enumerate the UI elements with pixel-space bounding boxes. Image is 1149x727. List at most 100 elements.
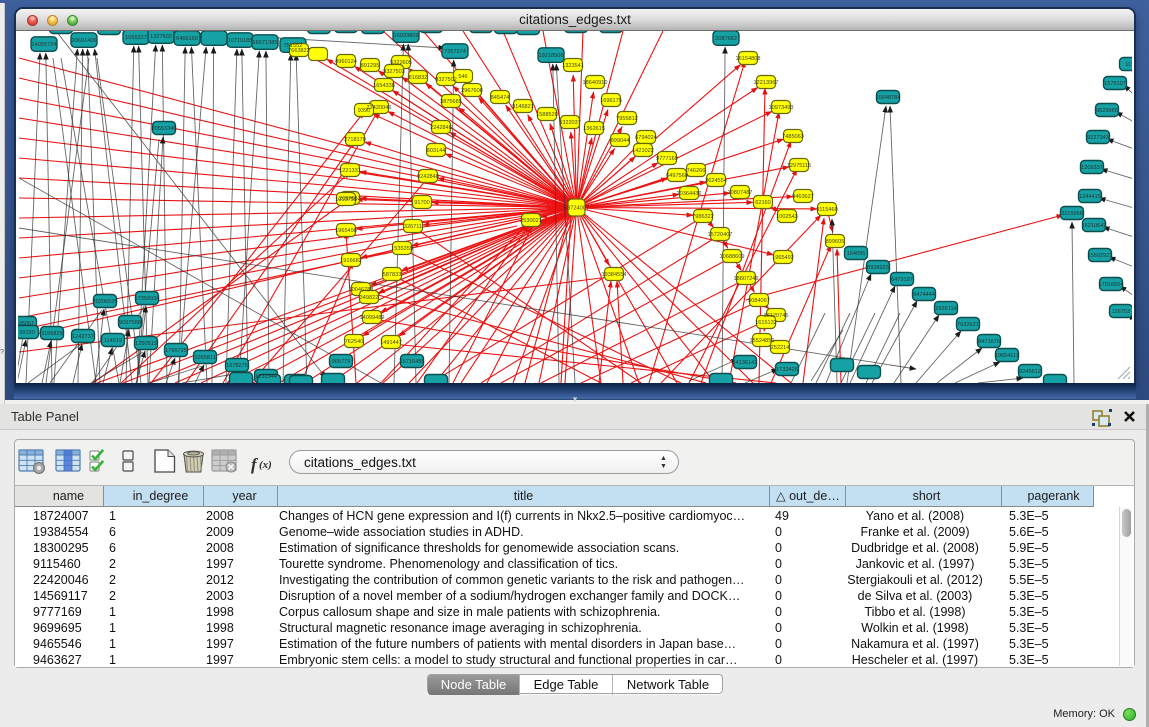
svg-text:7955812: 7955812	[616, 116, 638, 122]
svg-text:8960124: 8960124	[335, 59, 357, 65]
svg-text:326711: 326711	[404, 224, 422, 230]
svg-text:1095811: 1095811	[194, 355, 215, 361]
svg-text:1678275: 1678275	[226, 363, 248, 369]
svg-text:7986322: 7986322	[692, 214, 714, 220]
svg-text:252214: 252214	[771, 345, 790, 351]
svg-text:6466160: 6466160	[176, 36, 198, 42]
svg-text:9777169: 9777169	[656, 156, 678, 162]
svg-text:20553346: 20553346	[152, 126, 177, 132]
svg-text:19218506: 19218506	[539, 53, 564, 59]
svg-text:2967608: 2967608	[461, 88, 483, 94]
svg-text:3875685: 3875685	[440, 99, 462, 105]
svg-text:10807487: 10807487	[728, 190, 753, 196]
svg-text:18724007: 18724007	[564, 206, 589, 212]
svg-text:22420046: 22420046	[367, 105, 392, 111]
svg-text:8471676: 8471676	[978, 339, 1000, 345]
svg-text:16120746: 16120746	[764, 313, 789, 319]
svg-text:9463627: 9463627	[792, 194, 814, 200]
svg-text:9227343: 9227343	[1087, 135, 1109, 141]
svg-text:6794024: 6794024	[635, 135, 657, 141]
svg-text:20691406: 20691406	[72, 38, 97, 44]
svg-text:1232344: 1232344	[255, 374, 277, 380]
svg-text:7357274: 7357274	[444, 49, 466, 55]
svg-text:1323541: 1323541	[562, 63, 584, 69]
svg-text:349822: 349822	[360, 295, 379, 301]
svg-text:1535359: 1535359	[391, 246, 413, 252]
svg-text:1795725: 1795725	[165, 348, 187, 354]
svg-text:7485063: 7485063	[782, 134, 804, 140]
svg-text:17016504: 17016504	[1099, 282, 1124, 288]
svg-text:164095: 164095	[847, 251, 866, 257]
svg-text:9474444: 9474444	[913, 292, 935, 298]
svg-text:1002543: 1002543	[776, 214, 798, 220]
svg-text:10688609: 10688609	[720, 254, 745, 260]
svg-text:5322605: 5322605	[390, 60, 412, 66]
svg-text:1654338: 1654338	[373, 83, 395, 89]
svg-text:965779: 965779	[332, 359, 351, 365]
svg-text:10719185: 10719185	[228, 38, 253, 44]
svg-text:2718170: 2718170	[344, 137, 366, 143]
svg-text:6497568: 6497568	[666, 173, 688, 179]
svg-text:746266: 746266	[687, 168, 706, 174]
svg-text:1491447: 1491447	[380, 340, 402, 346]
svg-text:7632621: 7632621	[957, 322, 979, 328]
svg-text:16671385: 16671385	[253, 40, 278, 46]
svg-text:20364436: 20364436	[677, 191, 702, 197]
svg-text:1575107: 1575107	[1104, 81, 1126, 87]
svg-text:1421022: 1421022	[632, 148, 654, 154]
svg-text:7663822: 7663822	[288, 48, 310, 54]
svg-text:12213967: 12213967	[754, 80, 779, 86]
svg-text:91700: 91700	[414, 200, 430, 206]
svg-text:62160: 62160	[755, 200, 771, 206]
svg-text:9529966: 9529966	[1096, 108, 1118, 114]
svg-text:19384554: 19384554	[602, 272, 627, 278]
svg-text:9245612: 9245612	[1019, 369, 1041, 375]
svg-text:2242848: 2242848	[430, 125, 452, 131]
svg-text:1209337: 1209337	[1081, 165, 1103, 171]
svg-text:16154808: 16154808	[736, 56, 761, 62]
svg-text:3215958: 3215958	[1061, 211, 1083, 217]
svg-text:1327602: 1327602	[150, 34, 172, 40]
svg-text:16033809: 16033809	[394, 33, 419, 39]
svg-text:1244415: 1244415	[1079, 194, 1101, 200]
svg-text:1965498: 1965498	[335, 228, 357, 234]
svg-text:1065327: 1065327	[125, 35, 147, 41]
svg-text:816832: 816832	[409, 75, 428, 81]
svg-text:9115460: 9115460	[816, 207, 837, 213]
svg-text:10654112: 10654112	[995, 353, 1019, 359]
svg-text:1916682: 1916682	[340, 258, 362, 264]
svg-text:1156829: 1156829	[41, 331, 62, 337]
svg-text:1588520: 1588520	[536, 112, 558, 118]
svg-text:3624554: 3624554	[705, 178, 727, 184]
svg-text:9097588: 9097588	[119, 320, 141, 326]
svg-text:8938923: 8938923	[867, 265, 889, 271]
svg-text:9327503: 9327503	[383, 69, 405, 75]
svg-text:116753: 116753	[1112, 309, 1130, 315]
svg-text:20206535: 20206535	[93, 299, 118, 305]
svg-text:1242737: 1242737	[72, 334, 94, 340]
svg-text:14055724: 14055724	[32, 42, 57, 48]
svg-text:546: 546	[458, 74, 467, 80]
svg-text:14136141: 14136141	[733, 360, 758, 366]
svg-text:762540: 762540	[345, 339, 364, 345]
svg-text:1965492: 1965492	[772, 255, 794, 261]
svg-text:17359934: 17359934	[135, 296, 160, 302]
svg-text:335051: 335051	[18, 321, 34, 327]
svg-text:899605: 899605	[826, 239, 845, 245]
svg-text:15720407: 15720407	[708, 232, 733, 238]
svg-text:6479197: 6479197	[891, 277, 913, 283]
svg-text:18640910: 18640910	[583, 80, 608, 86]
svg-text:891295: 891295	[361, 63, 380, 69]
svg-text:10973493: 10973493	[769, 105, 794, 111]
svg-text:2935114: 2935114	[935, 306, 956, 312]
svg-text:10046788: 10046788	[349, 287, 374, 293]
svg-text:5322037: 5322037	[559, 120, 581, 126]
svg-text:587833: 587833	[383, 272, 402, 278]
svg-text:12975115: 12975115	[787, 163, 811, 169]
svg-text:2530021: 2530021	[520, 218, 542, 224]
svg-text:114519: 114519	[104, 338, 122, 344]
svg-text:9084067: 9084067	[748, 298, 770, 304]
svg-text:9390: 9390	[358, 108, 370, 114]
svg-text:1010755: 1010755	[335, 197, 357, 203]
svg-text:1615132: 1615132	[755, 320, 777, 326]
